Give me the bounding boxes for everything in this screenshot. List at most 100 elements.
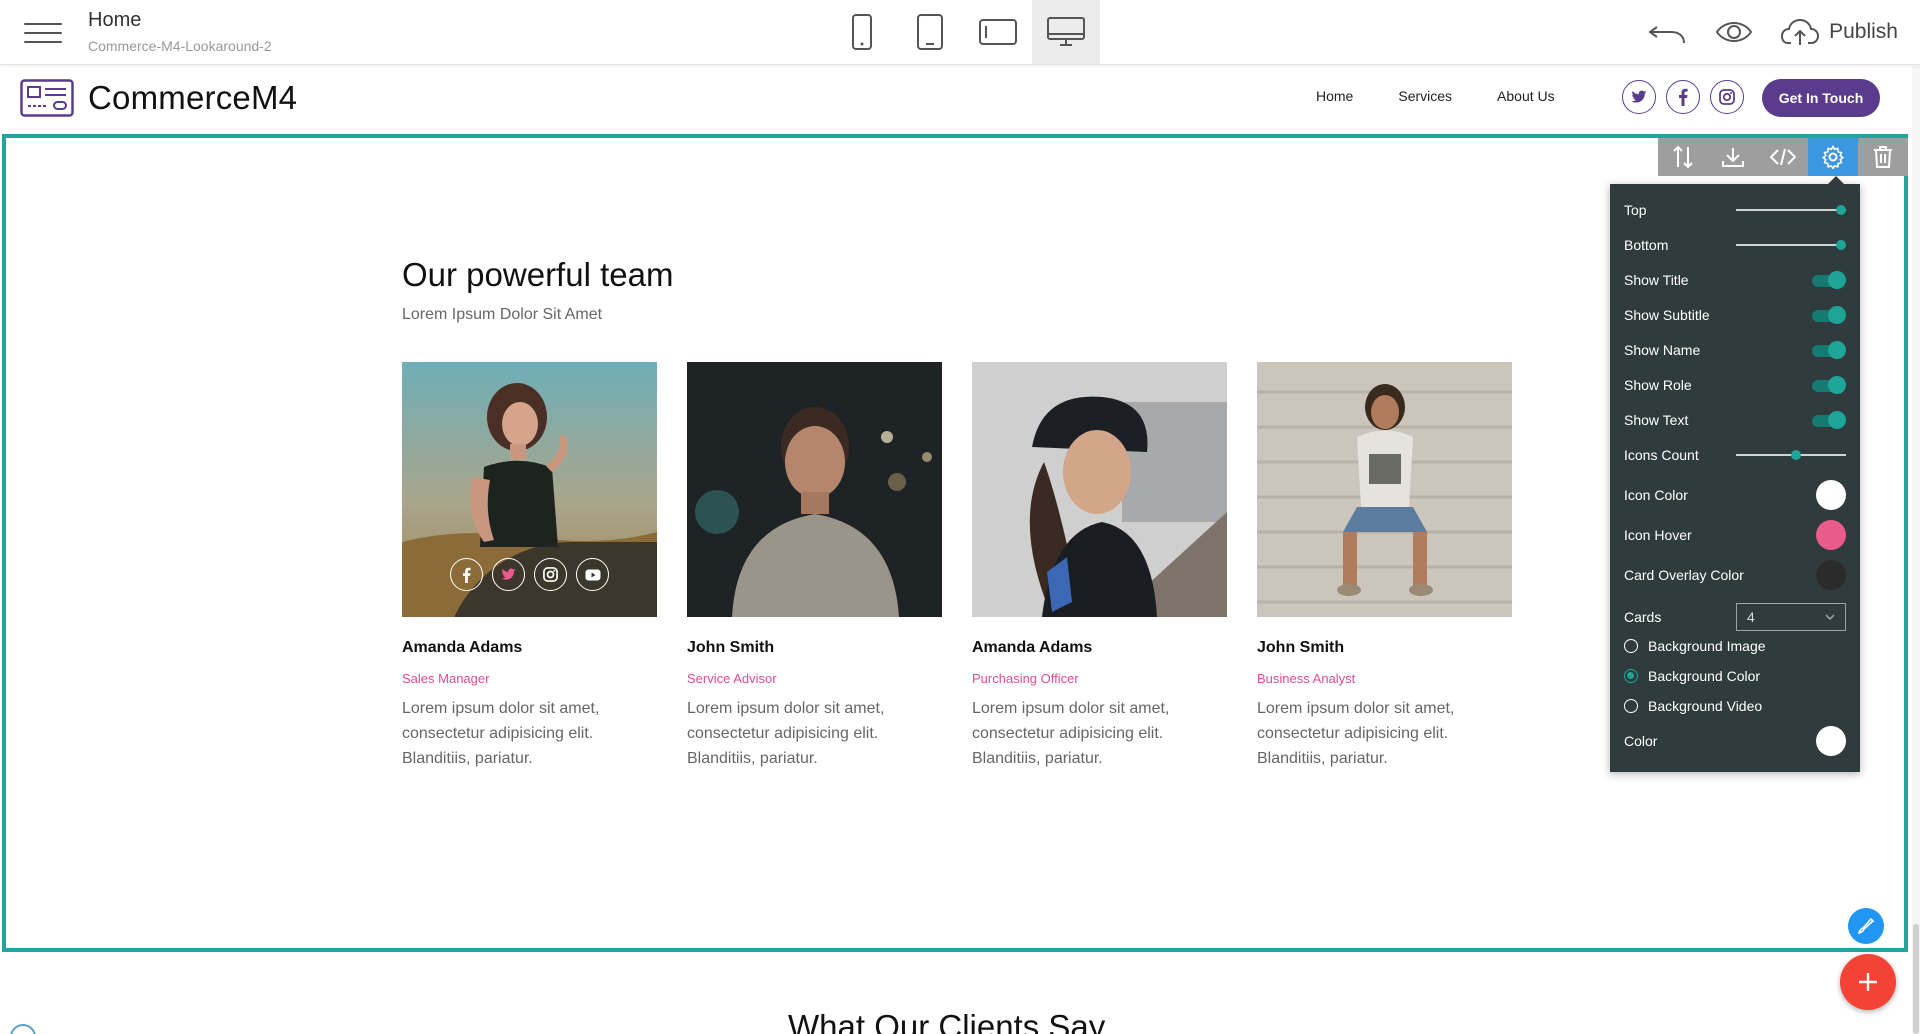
overlay-color-label: Card Overlay Color	[1624, 567, 1744, 583]
member-photo	[687, 362, 942, 617]
card-social-icons	[450, 558, 609, 591]
cloud-upload-icon	[1781, 18, 1820, 45]
member-name: John Smith	[687, 639, 775, 656]
undo-icon[interactable]	[1647, 19, 1687, 45]
brand-logo-icon	[20, 79, 74, 117]
instagram-icon[interactable]	[534, 558, 567, 591]
nav-about-us[interactable]: About Us	[1497, 88, 1555, 104]
team-content: Our powerful team Lorem Ipsum Dolor Sit …	[402, 256, 1522, 767]
setting-cards: Cards 4	[1624, 602, 1846, 632]
icons-count-slider[interactable]	[1736, 448, 1846, 462]
team-title: Our powerful team	[402, 256, 674, 293]
team-card[interactable]: John Smith Business Analyst Lorem ipsum …	[1257, 362, 1512, 771]
show-subtitle-label: Show Subtitle	[1624, 307, 1710, 323]
icon-hover-swatch[interactable]	[1816, 520, 1846, 550]
team-subtitle: Lorem Ipsum Dolor Sit Amet	[402, 306, 603, 323]
overlay-color-swatch[interactable]	[1816, 560, 1846, 590]
corner-badge-icon[interactable]	[10, 1024, 36, 1034]
tablet-view-icon[interactable]	[896, 0, 964, 64]
facebook-icon[interactable]	[1666, 80, 1700, 114]
show-title-toggle[interactable]	[1810, 271, 1846, 289]
block-settings-gear-icon[interactable]	[1808, 138, 1858, 176]
member-photo	[402, 362, 657, 617]
member-role: Service Advisor	[687, 671, 777, 686]
setting-show-name: Show Name	[1624, 338, 1846, 362]
publish-button[interactable]: Publish	[1781, 18, 1898, 46]
show-name-label: Show Name	[1624, 342, 1701, 358]
device-switcher	[828, 0, 1100, 64]
bg-video-option[interactable]: Background Video	[1624, 698, 1762, 714]
page-info: Home Commerce-M4-Lookaround-2	[88, 8, 272, 54]
show-subtitle-toggle[interactable]	[1810, 306, 1846, 324]
page-scrollbar[interactable]	[1912, 66, 1920, 1034]
team-cards: Amanda Adams Sales Manager Lorem ipsum d…	[402, 362, 1512, 771]
code-editor-icon[interactable]	[1758, 138, 1808, 176]
setting-show-subtitle: Show Subtitle	[1624, 303, 1846, 327]
save-block-download-icon[interactable]	[1708, 138, 1758, 176]
twitter-icon[interactable]	[492, 558, 525, 591]
edit-style-brush-icon[interactable]	[1848, 908, 1884, 944]
delete-block-trash-icon[interactable]	[1858, 138, 1908, 176]
icon-color-label: Icon Color	[1624, 487, 1688, 503]
top-actions: Publish	[1647, 0, 1898, 64]
member-text: Lorem ipsum dolor sit amet, consectetur …	[1257, 700, 1455, 767]
member-name: John Smith	[1257, 639, 1345, 656]
desktop-view-icon[interactable]	[1032, 0, 1100, 64]
block-settings-panel: Top Bottom Show Title Show Subtitle Show…	[1610, 176, 1860, 772]
plus-icon	[1859, 973, 1877, 991]
show-text-label: Show Text	[1624, 412, 1689, 428]
team-card[interactable]: John Smith Service Advisor Lorem ipsum d…	[687, 362, 942, 771]
bottom-slider[interactable]	[1736, 238, 1846, 252]
move-block-icon[interactable]	[1658, 138, 1708, 176]
site-nav-links: Home Services About Us	[1316, 88, 1555, 104]
member-name: Amanda Adams	[402, 639, 523, 656]
preview-eye-icon[interactable]	[1715, 19, 1753, 45]
bg-image-label: Background Image	[1648, 638, 1766, 654]
bg-color-radio[interactable]	[1624, 669, 1638, 683]
nav-home[interactable]: Home	[1316, 88, 1353, 104]
instagram-icon[interactable]	[1710, 80, 1744, 114]
show-role-toggle[interactable]	[1810, 376, 1846, 394]
color-label: Color	[1624, 733, 1658, 749]
setting-bottom: Bottom	[1624, 233, 1846, 257]
bg-color-label: Background Color	[1648, 668, 1761, 684]
get-in-touch-button[interactable]: Get In Touch	[1762, 79, 1880, 117]
add-block-button[interactable]	[1840, 954, 1896, 1010]
youtube-icon[interactable]	[576, 558, 609, 591]
brand[interactable]: CommerceM4	[20, 79, 297, 117]
team-card[interactable]: Amanda Adams Sales Manager Lorem ipsum d…	[402, 362, 657, 771]
project-name: Commerce-M4-Lookaround-2	[88, 38, 272, 54]
icon-color-swatch[interactable]	[1816, 480, 1846, 510]
nav-social-icons	[1622, 80, 1744, 114]
bg-color-option[interactable]: Background Color	[1624, 668, 1760, 684]
bg-image-option[interactable]: Background Image	[1624, 638, 1766, 654]
phone-view-icon[interactable]	[828, 0, 896, 64]
menu-icon[interactable]	[24, 16, 62, 48]
member-photo	[972, 362, 1227, 617]
chevron-down-icon	[1825, 614, 1835, 620]
bg-video-label: Background Video	[1648, 698, 1763, 714]
nav-services[interactable]: Services	[1398, 88, 1452, 104]
top-slider[interactable]	[1736, 203, 1846, 217]
scrollbar-thumb[interactable]	[1913, 924, 1919, 1034]
show-name-toggle[interactable]	[1810, 341, 1846, 359]
color-swatch[interactable]	[1816, 726, 1846, 756]
show-text-toggle[interactable]	[1810, 411, 1846, 429]
next-section-title: What Our Clients Say	[788, 1008, 1106, 1034]
setting-top: Top	[1624, 198, 1846, 222]
setting-card-overlay-color: Card Overlay Color	[1624, 558, 1846, 592]
setting-show-title: Show Title	[1624, 268, 1846, 292]
member-name: Amanda Adams	[972, 639, 1093, 656]
member-photo	[1257, 362, 1512, 617]
facebook-icon[interactable]	[450, 558, 483, 591]
twitter-icon[interactable]	[1622, 80, 1656, 114]
bg-video-radio[interactable]	[1624, 699, 1638, 713]
show-title-label: Show Title	[1624, 272, 1689, 288]
bg-image-radio[interactable]	[1624, 639, 1638, 653]
team-card[interactable]: Amanda Adams Purchasing Officer Lorem ip…	[972, 362, 1227, 771]
cards-select[interactable]: 4	[1736, 603, 1846, 631]
cards-selected-value: 4	[1747, 609, 1755, 625]
tablet-landscape-view-icon[interactable]	[964, 0, 1032, 64]
setting-icon-color: Icon Color	[1624, 478, 1846, 512]
member-text: Lorem ipsum dolor sit amet, consectetur …	[402, 700, 600, 767]
